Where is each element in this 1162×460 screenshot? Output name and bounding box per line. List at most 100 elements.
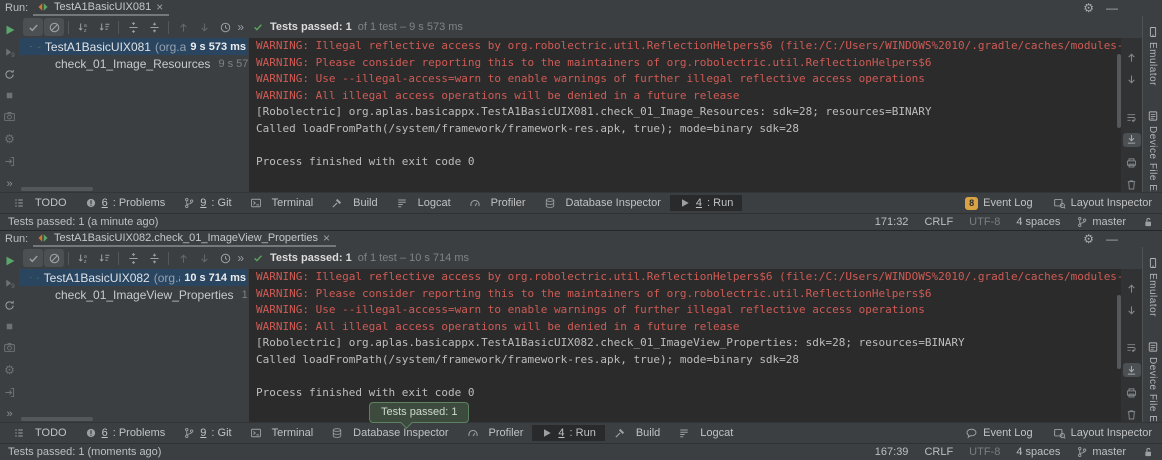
toolwindow-button-emulator[interactable]: Emulator	[1147, 26, 1159, 86]
line-ending[interactable]: CRLF	[924, 446, 953, 458]
close-icon[interactable]: ×	[323, 233, 330, 243]
clear-all-icon[interactable]	[1123, 408, 1141, 422]
toolwindow-button[interactable]: 4: Run	[670, 195, 742, 211]
file-encoding[interactable]: UTF-8	[969, 216, 1000, 228]
line-ending[interactable]: CRLF	[924, 216, 953, 228]
sort-alphabetically-icon[interactable]	[73, 18, 93, 36]
rerun-failed-tests-icon[interactable]	[3, 277, 16, 290]
toolwindow-button[interactable]: 6: Problems	[76, 195, 175, 211]
layout-inspector-button[interactable]: Layout Inspector	[1053, 197, 1152, 210]
print-icon[interactable]	[1123, 155, 1141, 169]
previous-occurrence-icon[interactable]	[173, 249, 193, 267]
up-stacktrace-icon[interactable]	[1123, 281, 1141, 295]
toolwindow-button[interactable]: Build	[605, 425, 669, 441]
sort-alphabetically-icon[interactable]	[73, 249, 93, 267]
expand-all-icon[interactable]	[123, 249, 143, 267]
layout-inspector-button[interactable]: Layout Inspector	[1053, 427, 1152, 440]
run-tab[interactable]: TestA1BasicUIX081 ×	[33, 0, 169, 16]
rerun-failed-tests-icon[interactable]	[3, 46, 16, 59]
file-encoding[interactable]: UTF-8	[969, 446, 1000, 458]
test-tree-row[interactable]: check_01_Image_Resources 9 s 573 ms	[19, 55, 248, 72]
test-settings-gear-icon[interactable]: ⚙	[4, 132, 15, 146]
lock-icon[interactable]	[1142, 216, 1154, 228]
test-history-icon[interactable]	[215, 249, 235, 267]
horizontal-scrollbar[interactable]	[21, 417, 93, 421]
toolwindow-button[interactable]: 4: Run	[532, 425, 604, 441]
collapse-all-icon[interactable]	[144, 249, 164, 267]
soft-wrap-icon[interactable]	[1123, 341, 1141, 355]
toolwindow-button[interactable]: Database Inspector	[322, 425, 457, 441]
toolwindow-button-emulator[interactable]: Emulator	[1147, 257, 1159, 317]
sort-by-duration-icon[interactable]	[94, 249, 114, 267]
print-icon[interactable]	[1123, 385, 1141, 399]
up-stacktrace-icon[interactable]	[1123, 50, 1141, 64]
console-scrollbar[interactable]	[1117, 295, 1121, 369]
test-tree-row[interactable]: check_01_ImageView_Properties 10 s 714 m…	[19, 286, 248, 303]
down-stacktrace-icon[interactable]	[1123, 303, 1141, 317]
gear-icon[interactable]: ⚙	[1083, 1, 1094, 15]
test-tree-row[interactable]: TestA1BasicUIX081 (org.aplas.basica 9 s …	[19, 38, 248, 55]
show-ignored-icon[interactable]	[44, 249, 64, 267]
sort-by-duration-icon[interactable]	[94, 18, 114, 36]
toolwindow-button[interactable]: Build	[322, 195, 386, 211]
stop-icon[interactable]	[4, 321, 15, 332]
console-scrollbar[interactable]	[1117, 54, 1121, 128]
more-icon[interactable]: »	[237, 251, 244, 265]
previous-occurrence-icon[interactable]	[173, 18, 193, 36]
indent-setting[interactable]: 4 spaces	[1016, 216, 1060, 228]
event-log-button[interactable]: 8 Event Log	[965, 197, 1033, 210]
gear-icon[interactable]: ⚙	[1083, 232, 1094, 246]
toolwindow-button[interactable]: 6: Problems	[76, 425, 175, 441]
git-branch-widget[interactable]: master	[1076, 216, 1126, 228]
exit-icon[interactable]	[3, 155, 16, 168]
chevron-down-icon[interactable]	[29, 272, 32, 283]
lock-icon[interactable]	[1142, 446, 1154, 458]
chevron-down-icon[interactable]	[29, 41, 33, 52]
clear-all-icon[interactable]	[1123, 178, 1141, 192]
toolwindow-button[interactable]: TODO	[4, 425, 76, 441]
run-tab[interactable]: TestA1BasicUIX082.check_01_ImageView_Pro…	[33, 231, 336, 247]
toolwindow-button[interactable]: Terminal	[241, 425, 323, 441]
test-history-icon[interactable]	[215, 18, 235, 36]
down-stacktrace-icon[interactable]	[1123, 72, 1141, 86]
thread-dump-icon[interactable]	[3, 110, 16, 123]
toggle-auto-test-icon[interactable]	[3, 299, 16, 312]
show-passed-icon[interactable]	[23, 249, 43, 267]
more-icon[interactable]: »	[237, 20, 244, 34]
toolwindow-button[interactable]: 9: Git	[174, 425, 240, 441]
close-icon[interactable]: ×	[156, 2, 163, 12]
event-log-button[interactable]: Event Log	[965, 427, 1033, 440]
toolwindow-button[interactable]: 9: Git	[174, 195, 240, 211]
soft-wrap-icon[interactable]	[1123, 110, 1141, 124]
show-passed-icon[interactable]	[23, 18, 43, 36]
expand-all-icon[interactable]	[123, 18, 143, 36]
next-occurrence-icon[interactable]	[194, 249, 214, 267]
test-tree-row[interactable]: TestA1BasicUIX082 (org.aplas.basica 10 s…	[19, 269, 248, 286]
next-occurrence-icon[interactable]	[194, 18, 214, 36]
test-settings-gear-icon[interactable]: ⚙	[4, 363, 15, 377]
rerun-button[interactable]	[3, 23, 17, 37]
toolwindow-button[interactable]: Terminal	[241, 195, 323, 211]
minimize-icon[interactable]: —	[1106, 232, 1118, 246]
caret-position[interactable]: 171:32	[875, 216, 909, 228]
toolwindow-button[interactable]: Logcat	[387, 195, 460, 211]
rerun-button[interactable]	[3, 254, 17, 268]
indent-setting[interactable]: 4 spaces	[1016, 446, 1060, 458]
collapse-all-icon[interactable]	[144, 18, 164, 36]
git-branch-widget[interactable]: master	[1076, 446, 1126, 458]
toolwindow-button[interactable]: TODO	[4, 195, 76, 211]
toggle-auto-test-icon[interactable]	[3, 68, 16, 81]
toolwindow-button[interactable]: Profiler	[460, 195, 535, 211]
scroll-to-end-icon[interactable]	[1123, 363, 1141, 377]
scroll-to-end-icon[interactable]	[1123, 133, 1141, 147]
thread-dump-icon[interactable]	[3, 341, 16, 354]
stop-icon[interactable]	[4, 90, 15, 101]
more-options-icon[interactable]: »	[6, 408, 12, 420]
caret-position[interactable]: 167:39	[875, 446, 909, 458]
show-ignored-icon[interactable]	[44, 18, 64, 36]
toolwindow-button[interactable]: Database Inspector	[535, 195, 670, 211]
exit-icon[interactable]	[3, 386, 16, 399]
minimize-icon[interactable]: —	[1106, 1, 1118, 15]
more-options-icon[interactable]: »	[6, 178, 12, 190]
toolwindow-button[interactable]: Logcat	[669, 425, 742, 441]
